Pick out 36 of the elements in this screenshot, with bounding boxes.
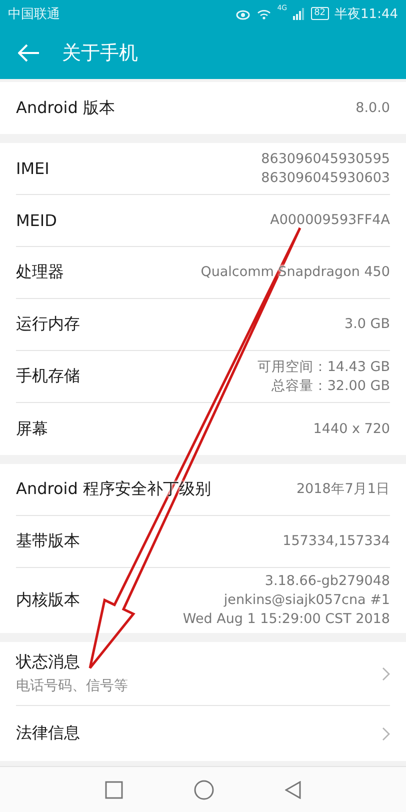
wifi-icon xyxy=(257,8,272,20)
back-icon[interactable] xyxy=(18,44,40,62)
home-icon[interactable] xyxy=(194,780,214,800)
setting-value: 863096045930595 xyxy=(261,150,390,168)
setting-value: 8.0.0 xyxy=(356,98,390,118)
setting-label: 屏幕 xyxy=(16,418,48,440)
setting-value: 3.0 GB xyxy=(344,315,390,334)
carrier-name: 中国联通 xyxy=(8,6,60,22)
setting-label[interactable]: 状态消息 xyxy=(16,652,128,673)
setting-value: 2018年7月1日 xyxy=(296,480,390,499)
back-triangle-icon[interactable] xyxy=(284,780,301,798)
setting-value: 3.18.66-gb279048 xyxy=(264,572,390,591)
setting-label: IMEI xyxy=(16,159,50,178)
recents-icon[interactable] xyxy=(105,780,124,798)
setting-value: 可用空间：14.43 GB xyxy=(257,358,390,376)
setting-label: 基带版本 xyxy=(16,531,80,552)
setting-label: MEID xyxy=(16,211,57,230)
setting-label: 处理器 xyxy=(16,262,64,283)
setting-value: Wed Aug 1 15:29:00 CST 2018 xyxy=(182,610,390,629)
setting-label: 运行内存 xyxy=(16,314,80,335)
setting-label: 内核版本 xyxy=(16,590,80,611)
setting-value: jenkins@siajk057cna #1 xyxy=(224,591,390,610)
setting-value: 157334,157334 xyxy=(282,532,390,551)
eye-icon xyxy=(235,8,252,20)
signal-icon xyxy=(293,8,306,20)
setting-value: 863096045930603 xyxy=(261,168,390,188)
page-title: 关于手机 xyxy=(62,41,138,66)
setting-value: A000009593FF4A xyxy=(270,211,390,230)
battery-level: 82 xyxy=(311,7,329,20)
setting-label: Android 版本 xyxy=(16,98,115,118)
setting-description: 电话号码、信号等 xyxy=(16,677,128,695)
setting-label[interactable]: 法律信息 xyxy=(16,723,80,744)
setting-value: 1440 x 720 xyxy=(313,420,390,438)
clock-time: 半夜11:44 xyxy=(334,6,398,22)
setting-value: 总容量：32.00 GB xyxy=(271,376,390,396)
setting-label: 手机存储 xyxy=(16,366,80,387)
